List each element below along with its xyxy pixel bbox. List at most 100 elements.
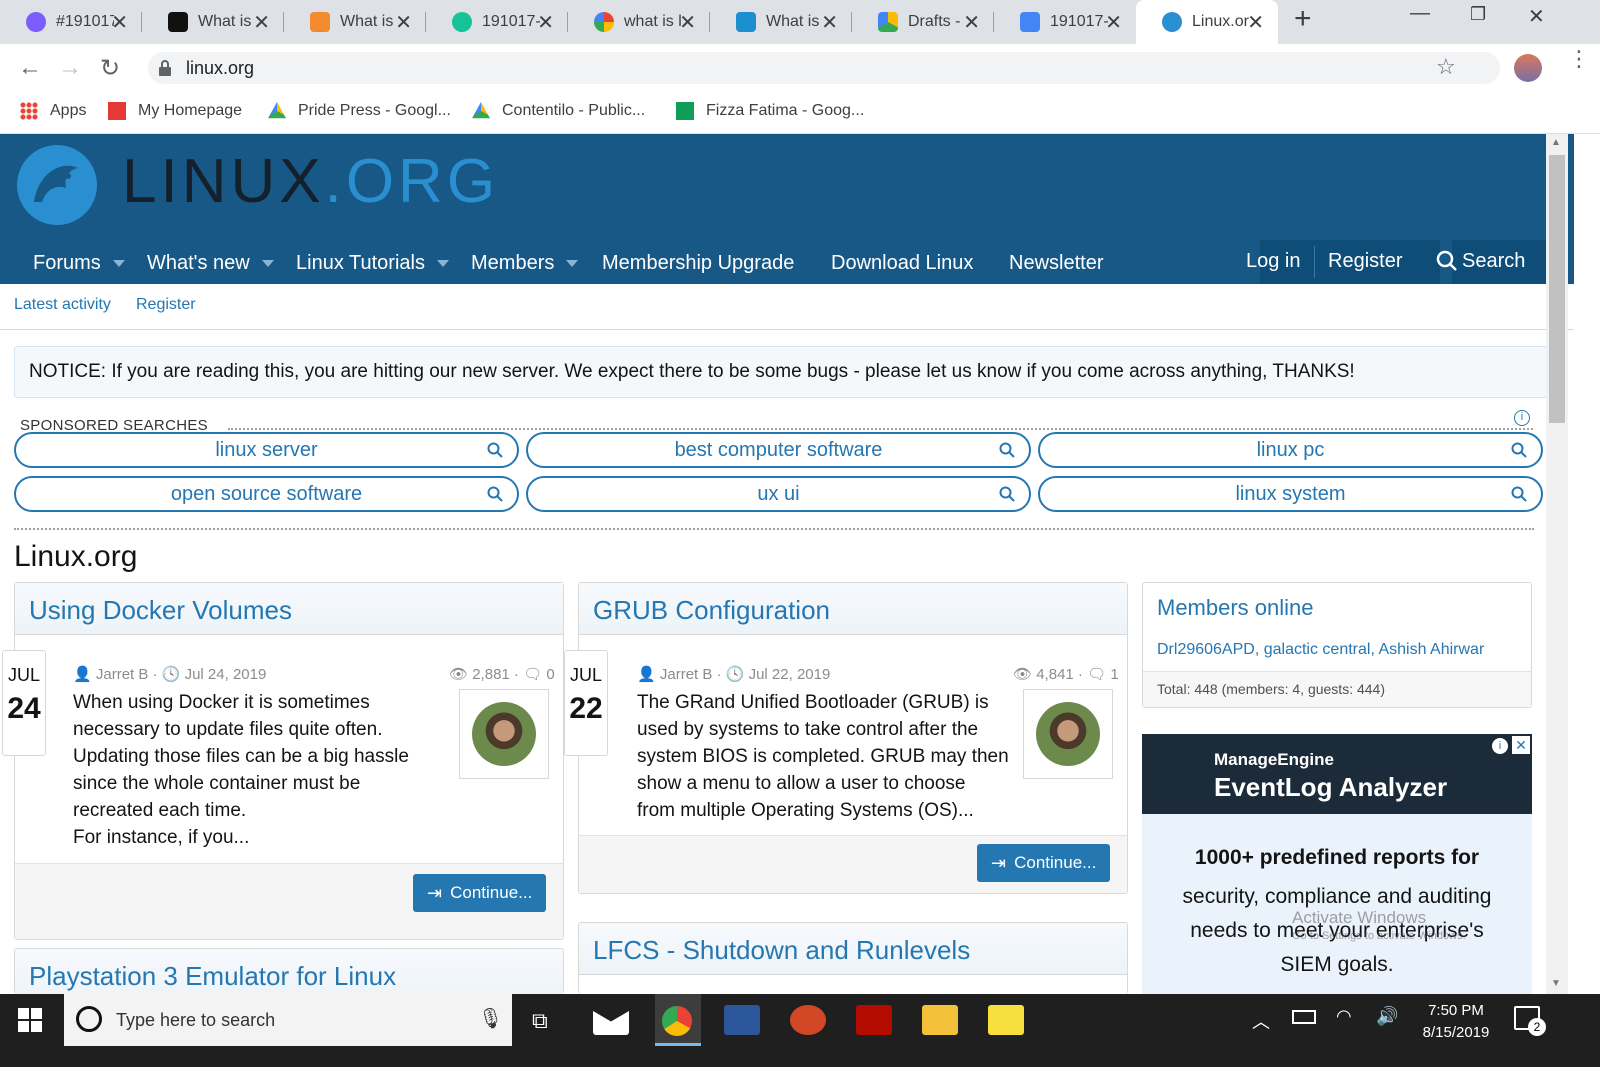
sponsored-pill[interactable]: linux system xyxy=(1038,476,1543,512)
address-bar[interactable]: linux.org ☆ xyxy=(148,52,1500,84)
bookmark-contentilo[interactable]: Contentilo - Public... xyxy=(472,102,645,120)
close-icon[interactable]: ✕ xyxy=(821,10,838,35)
close-icon[interactable]: ✕ xyxy=(1247,10,1264,35)
close-window-icon[interactable]: ✕ xyxy=(1528,4,1545,29)
sponsored-pill[interactable]: ux ui xyxy=(526,476,1031,512)
word-icon[interactable] xyxy=(724,1005,760,1035)
article-title[interactable]: GRUB Configuration xyxy=(579,583,1127,635)
pill-label: best computer software xyxy=(674,438,883,461)
register-link[interactable]: Register xyxy=(1328,250,1402,273)
menu-kebab-icon[interactable]: ⋮ xyxy=(1568,48,1590,70)
browser-tab[interactable]: 191017- ✕ xyxy=(994,0,1136,44)
nav-whats-new[interactable]: What's new xyxy=(147,252,274,275)
scrollbar-thumb[interactable] xyxy=(1549,155,1565,423)
bookmark-my-homepage[interactable]: My Homepage xyxy=(108,102,242,120)
nav-membership-upgrade[interactable]: Membership Upgrade xyxy=(602,252,794,275)
nav-newsletter[interactable]: Newsletter xyxy=(1009,252,1103,275)
article-title[interactable]: Using Docker Volumes xyxy=(15,583,563,635)
subnav-register-link[interactable]: Register xyxy=(136,296,196,314)
back-icon[interactable]: ← xyxy=(18,54,42,82)
google-sheets-icon xyxy=(676,102,694,120)
restore-window-icon[interactable]: ❐ xyxy=(1470,4,1486,25)
close-icon[interactable]: ✕ xyxy=(111,10,128,35)
browser-tab[interactable]: 191017- ✕ xyxy=(426,0,568,44)
browser-tab[interactable]: what is l ✕ xyxy=(568,0,710,44)
page-title: Linux.org xyxy=(14,540,138,573)
file-explorer-icon[interactable] xyxy=(922,1005,958,1035)
nav-forums[interactable]: Forums xyxy=(33,252,125,275)
close-icon[interactable]: ✕ xyxy=(253,10,270,35)
continue-button[interactable]: ⇥ Continue... xyxy=(413,874,547,912)
author-avatar[interactable] xyxy=(459,689,549,779)
wifi-icon[interactable]: ◠ xyxy=(1336,1006,1352,1027)
acrobat-icon[interactable] xyxy=(856,1005,892,1035)
close-icon[interactable]: ✕ xyxy=(679,10,696,35)
scroll-down-arrow-icon[interactable]: ▼ xyxy=(1551,978,1561,989)
author-avatar[interactable] xyxy=(1023,689,1113,779)
show-hidden-icons-chevron-icon[interactable]: ︿ xyxy=(1252,1008,1270,1034)
login-link[interactable]: Log in xyxy=(1246,250,1301,273)
site-logo-text[interactable]: LINUX.ORG xyxy=(122,146,499,217)
chevron-down-icon[interactable] xyxy=(566,260,579,268)
microphone-icon[interactable]: 🎙 xyxy=(478,1006,503,1031)
advertisement[interactable]: ManageEngine EventLog Analyzer i ✕ 1000+… xyxy=(1142,734,1532,994)
member-link[interactable]: galactic central xyxy=(1264,641,1371,658)
ad-close-icon[interactable]: ✕ xyxy=(1512,736,1530,754)
browser-tab[interactable]: What is ✕ xyxy=(284,0,426,44)
article-author[interactable]: Jarret B xyxy=(96,666,149,683)
nav-members[interactable]: Members xyxy=(471,252,579,275)
profile-avatar[interactable] xyxy=(1514,54,1542,82)
taskbar-search-box[interactable]: Type here to search 🎙 xyxy=(64,994,512,1046)
action-center-icon[interactable]: 2 xyxy=(1514,1006,1546,1036)
member-link[interactable]: Drl29606APD xyxy=(1157,641,1255,658)
browser-tab[interactable]: #191017 ✕ xyxy=(0,0,142,44)
article-author[interactable]: Jarret B xyxy=(660,666,713,683)
powerpoint-icon[interactable] xyxy=(790,1005,826,1035)
browser-tab[interactable]: What is ✕ xyxy=(710,0,852,44)
close-icon[interactable]: ✕ xyxy=(395,10,412,35)
bookmark-star-icon[interactable]: ☆ xyxy=(1436,54,1456,80)
chevron-down-icon[interactable] xyxy=(261,260,274,268)
chrome-icon[interactable] xyxy=(662,1006,692,1036)
date-month: JUL xyxy=(7,665,40,685)
chevron-down-icon[interactable] xyxy=(436,260,449,268)
browser-tab[interactable]: What is ✕ xyxy=(142,0,284,44)
forward-icon[interactable]: → xyxy=(58,54,82,82)
new-tab-button[interactable]: + xyxy=(1294,2,1312,36)
tab-favicon-icon xyxy=(168,12,188,32)
sponsored-pill[interactable]: linux pc xyxy=(1038,432,1543,468)
minimize-icon[interactable]: — xyxy=(1410,2,1430,25)
volume-icon[interactable]: 🔊 xyxy=(1376,1006,1398,1027)
close-icon[interactable]: ✕ xyxy=(1105,10,1122,35)
scroll-up-arrow-icon[interactable]: ▲ xyxy=(1551,137,1561,148)
article-title[interactable]: LFCS - Shutdown and Runlevels xyxy=(579,923,1127,975)
linux-org-logo-icon[interactable] xyxy=(16,144,98,226)
battery-icon[interactable] xyxy=(1292,1010,1316,1024)
task-view-icon[interactable]: ⧉ xyxy=(532,1008,548,1034)
sticky-notes-icon[interactable] xyxy=(988,1005,1024,1035)
article-title[interactable]: Playstation 3 Emulator for Linux xyxy=(15,949,563,994)
tab-label: Linux.or xyxy=(1192,13,1249,30)
sponsored-pill[interactable]: linux server xyxy=(14,432,519,468)
browser-tab-active[interactable]: Linux.or ✕ xyxy=(1136,0,1278,44)
member-link[interactable]: Ashish Ahirwar xyxy=(1378,641,1484,658)
sponsored-pill[interactable]: open source software xyxy=(14,476,519,512)
latest-activity-link[interactable]: Latest activity xyxy=(14,296,111,314)
sponsored-pill[interactable]: best computer software xyxy=(526,432,1031,468)
browser-tab[interactable]: Drafts - ✕ xyxy=(852,0,994,44)
reload-icon[interactable]: ↻ xyxy=(100,54,120,83)
continue-button[interactable]: ⇥ Continue... xyxy=(977,844,1111,882)
chevron-down-icon[interactable] xyxy=(112,260,125,268)
close-icon[interactable]: ✕ xyxy=(537,10,554,35)
bookmark-apps[interactable]: Apps xyxy=(20,102,86,120)
windows-start-icon[interactable] xyxy=(18,1008,42,1032)
nav-download-linux[interactable]: Download Linux xyxy=(831,252,973,275)
info-icon[interactable]: i xyxy=(1514,410,1530,426)
nav-linux-tutorials[interactable]: Linux Tutorials xyxy=(296,252,449,275)
close-icon[interactable]: ✕ xyxy=(963,10,980,35)
bookmark-fizza-fatima[interactable]: Fizza Fatima - Goog... xyxy=(676,102,864,120)
members-online-title[interactable]: Members online xyxy=(1157,595,1314,621)
taskbar-clock[interactable]: 7:50 PM 8/15/2019 xyxy=(1418,1000,1494,1044)
bookmark-pride-press[interactable]: Pride Press - Googl... xyxy=(268,102,451,120)
ad-info-icon[interactable]: i xyxy=(1492,738,1508,754)
